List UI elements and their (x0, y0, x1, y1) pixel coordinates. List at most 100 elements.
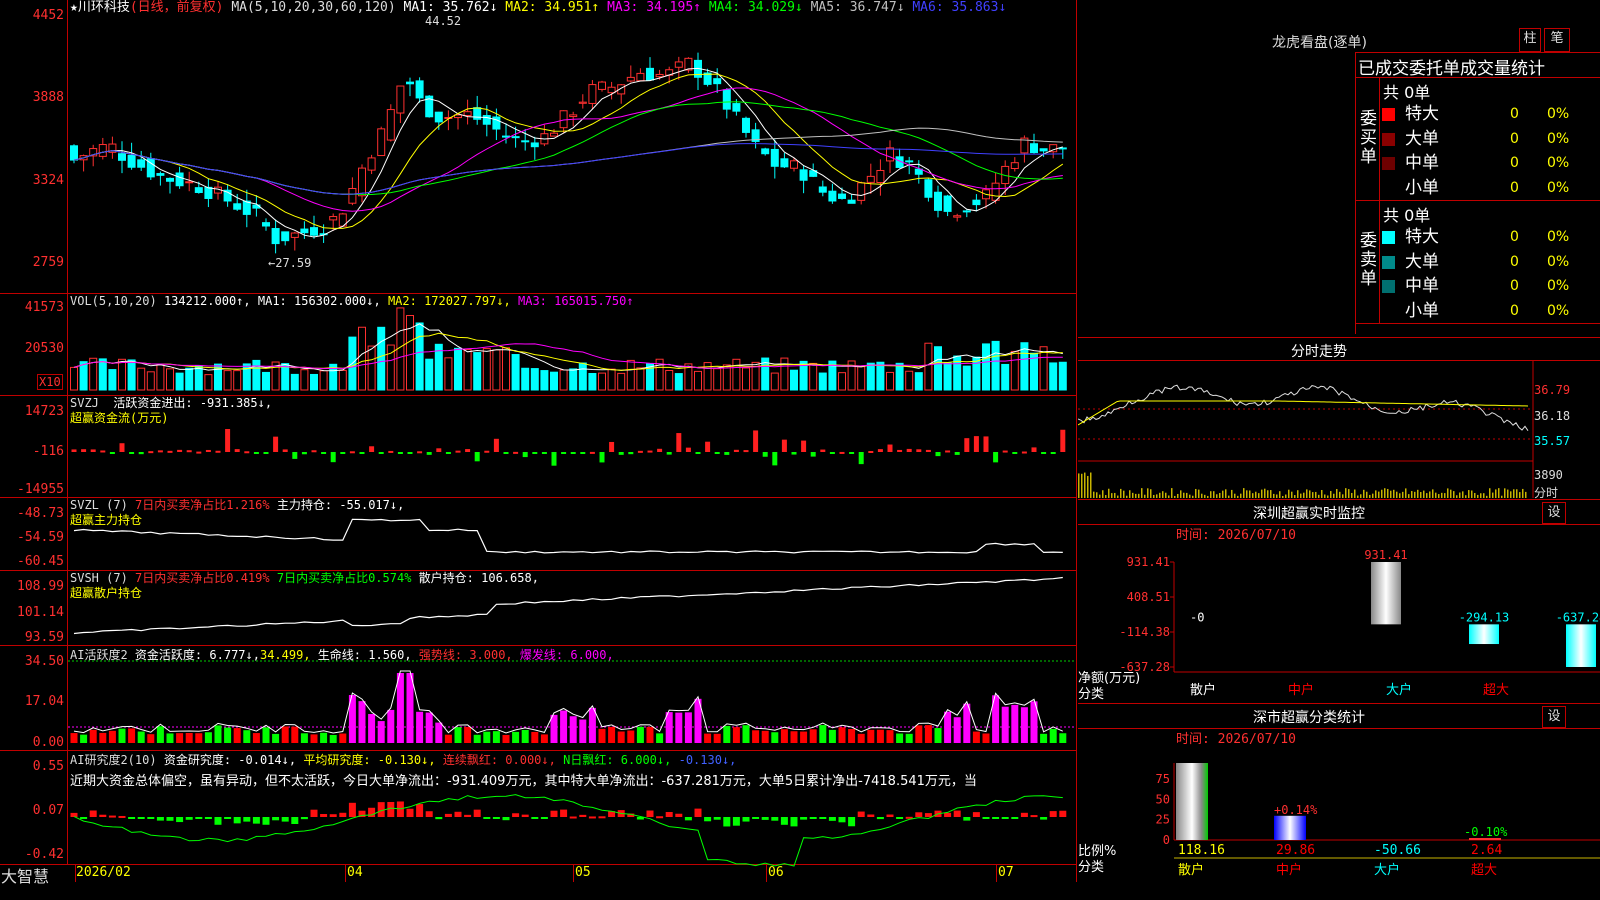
fund-flow-bar (762, 452, 768, 457)
intraday-volume-bar (1333, 493, 1335, 498)
bar-mode-button[interactable]: 柱 (1519, 28, 1541, 52)
candle-body (598, 81, 606, 90)
volume-bar (98, 358, 107, 391)
intraday-chart[interactable] (1078, 361, 1600, 498)
activity-bar (512, 731, 520, 743)
volume-bar (79, 361, 88, 391)
candle-body (934, 191, 942, 211)
intraday-volume-bar (1411, 491, 1413, 498)
candle-body (722, 89, 731, 110)
ai2-y-tick: -0.42 (24, 847, 64, 862)
sell-total: 共 0单 (1383, 206, 1431, 225)
fund-flow-bar (820, 449, 826, 452)
chart-mode[interactable]: (日线，前复权) (130, 0, 224, 15)
intraday-volume-bar (1120, 488, 1122, 498)
legend-value: 35.863↓ (943, 0, 1007, 15)
right-panel: 龙虎看盘(逐单) 柱 笔 已成交委托单成交量统计 委买单 委卖单 共 0单 共 … (1078, 0, 1600, 900)
candle-body (559, 110, 568, 129)
fund-flow-bar (129, 452, 135, 454)
research-bar (531, 817, 539, 819)
volume-bar (223, 370, 232, 391)
activity-bar (1040, 733, 1048, 743)
research-bar (166, 817, 174, 821)
activity-bar (953, 717, 961, 743)
candle-body (866, 175, 875, 183)
fund-flow-bar (973, 436, 979, 452)
fund-flow-bar (877, 449, 883, 452)
volume-bar (156, 364, 165, 391)
intraday-volume-bar (1492, 492, 1494, 498)
tick-mode-button[interactable]: 笔 (1544, 28, 1570, 52)
buy-side-label: 委买单 (1360, 109, 1377, 167)
fund-flow-bar (925, 449, 931, 452)
volume-bar (674, 373, 683, 391)
activity-bar (896, 733, 904, 743)
intraday-volume-bar (1141, 488, 1143, 498)
volume-bar (444, 357, 453, 391)
intraday-volume-bar (1153, 494, 1155, 498)
fund-flow-bar (119, 443, 125, 452)
research-bar (262, 817, 270, 825)
activity-bar (204, 732, 212, 743)
activity-bar (435, 722, 443, 743)
candle-body (943, 195, 952, 212)
fund-flow-bar (225, 429, 231, 452)
intraday-volume-bar (1516, 489, 1518, 498)
intraday-title: 分时走势 (1291, 344, 1347, 360)
left-chart-area[interactable]: ★川环科技(日线，前复权) MA(5,10,20,30,60,120) MA1:… (0, 0, 1077, 886)
activity-bar (924, 725, 932, 743)
activity-bar (598, 728, 606, 743)
intraday-volume-bar (1294, 495, 1296, 498)
star-icon: ★ (70, 0, 78, 15)
intraday-volume-bar (1453, 491, 1455, 498)
classify-bar (1274, 815, 1306, 840)
classify-settings-button[interactable]: 设 (1542, 706, 1566, 728)
intraday-volume-bar (1156, 494, 1158, 498)
svsh-header: SVSH (7) 7日内买卖净占比0.419% 7日内买卖净占比0.574% 散… (70, 571, 539, 600)
dragon-tab-label[interactable]: 已成交委托单成交量统计 (1358, 54, 1545, 79)
intraday-volume-bar (1456, 495, 1458, 498)
buy-rows: 特大 0 0% 大单 0 0% 中单 0 0% 小单 0 0% (1380, 102, 1600, 200)
legend-label: MA1: (403, 0, 435, 15)
intraday-volume-bar (1399, 493, 1401, 498)
activity-bar (108, 730, 116, 743)
intraday-volume-bar (1378, 491, 1380, 498)
order-count: 0 (1510, 253, 1519, 270)
intraday-volume-bar (1372, 493, 1374, 498)
date-tick: 05 (575, 865, 591, 880)
monitor-settings-button[interactable]: 设 (1542, 502, 1566, 524)
activity-bar (867, 729, 875, 743)
fund-flow-bar (263, 452, 269, 454)
activity-bar (483, 731, 491, 743)
fund-flow-bar (436, 448, 442, 452)
order-type-label: 中单 (1405, 153, 1439, 173)
candle-body (242, 200, 251, 215)
intraday-volume-bar (1171, 488, 1173, 498)
color-swatch (1382, 255, 1395, 269)
fund-flow-bar (829, 452, 835, 454)
fund-flow-bar (1002, 450, 1008, 453)
stock-name[interactable]: 川环科技 (78, 0, 130, 15)
activity-bar (934, 728, 942, 743)
volume-bar (578, 362, 587, 391)
candle-body (770, 148, 779, 167)
percent-label: +0.14% (1274, 803, 1318, 817)
candlestick-chart[interactable] (0, 0, 1077, 882)
research-bar (195, 817, 203, 819)
research-bar (742, 817, 750, 822)
volume-bar (713, 368, 722, 391)
fund-flow-bar (964, 438, 970, 452)
volume-bar (377, 326, 386, 391)
intraday-volume-bar (1408, 494, 1410, 498)
intraday-volume-bar (1132, 492, 1134, 498)
fund-flow-bar (484, 450, 490, 453)
intraday-volume-bar (1126, 495, 1128, 498)
vol-y-tick: 41573 (24, 300, 64, 315)
category-label: 大户 (1374, 862, 1400, 878)
legend-label: MA3: (518, 294, 547, 308)
y-tick-label: 75 (1156, 772, 1170, 786)
legend-value: 36.747↓ (841, 0, 913, 15)
activity-bar (742, 725, 750, 743)
research-bar (1030, 815, 1038, 818)
ma-line (73, 73, 1064, 229)
